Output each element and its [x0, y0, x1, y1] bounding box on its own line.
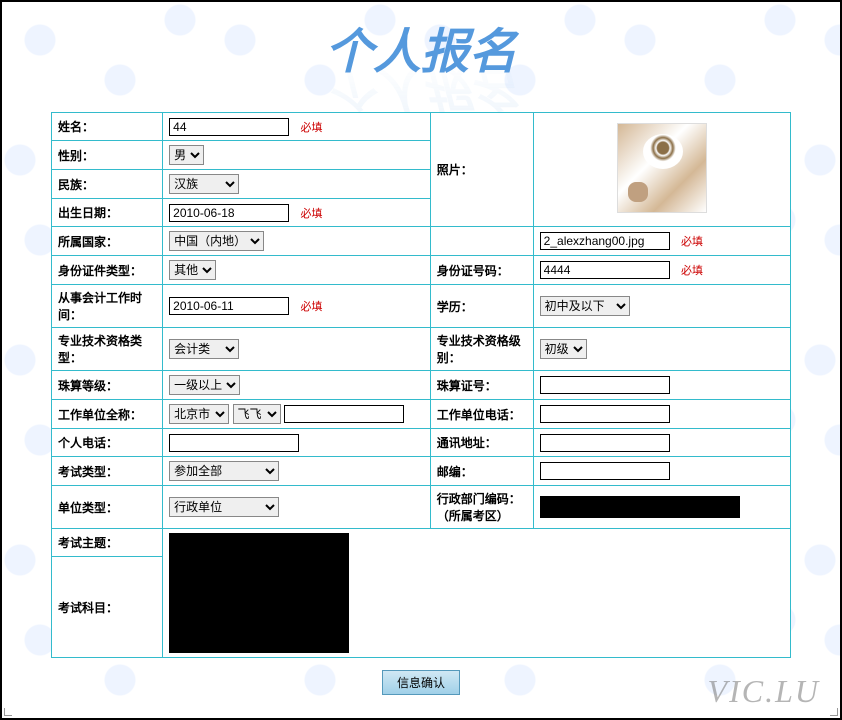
unittype-cell: 行政单位 [163, 486, 431, 529]
gender-label: 性别： [52, 141, 163, 170]
photo-label: 照片： [430, 113, 533, 227]
workphone-input[interactable] [540, 405, 670, 423]
required-marker: 必填 [681, 265, 703, 277]
idtype-select[interactable]: 其他 [169, 260, 216, 280]
examtype-label: 考试类型： [52, 457, 163, 486]
ethnicity-select[interactable]: 汉族 [169, 174, 239, 194]
deptcode-cell [533, 486, 790, 529]
idnum-input[interactable] [540, 261, 670, 279]
registration-form-table: 姓名： 必填 照片： 性别： 男 民族： 汉族 出生日期： 必填 所属国家： 中… [51, 112, 791, 658]
photo-file-cell: 必填 [533, 227, 790, 256]
country-label: 所属国家： [52, 227, 163, 256]
address-input[interactable] [540, 434, 670, 452]
submit-button[interactable]: 信息确认 [382, 670, 460, 695]
examtype-select[interactable]: 参加全部 [169, 461, 279, 481]
idnum-label: 身份证号码： [430, 256, 533, 285]
workphone-label: 工作单位电话： [430, 400, 533, 429]
phone-input[interactable] [169, 434, 299, 452]
quallevel-select[interactable]: 初级 [540, 339, 587, 359]
watermark: VIC.LU [708, 673, 820, 710]
workunit-name-input[interactable] [284, 405, 404, 423]
worktime-input[interactable] [169, 297, 289, 315]
quallevel-cell: 初级 [533, 328, 790, 371]
ethnicity-label: 民族： [52, 170, 163, 199]
country-select[interactable]: 中国（内地） [169, 231, 264, 251]
qualtype-label: 专业技术资格类型： [52, 328, 163, 371]
workunit-city-select[interactable]: 北京市 [169, 404, 229, 424]
abacusnum-label: 珠算证号： [430, 371, 533, 400]
postal-cell [533, 457, 790, 486]
ethnicity-cell: 汉族 [163, 170, 431, 199]
photo-preview[interactable] [617, 123, 707, 213]
corner-bl [4, 708, 12, 716]
abacuslevel-select[interactable]: 一级以上 [169, 375, 240, 395]
photo-file-label [430, 227, 533, 256]
idnum-cell: 必填 [533, 256, 790, 285]
abacusnum-cell [533, 371, 790, 400]
edu-cell: 初中及以下 [533, 285, 790, 328]
required-marker: 必填 [301, 208, 323, 220]
worktime-label: 从事会计工作时间： [52, 285, 163, 328]
deptcode-redacted [540, 496, 740, 518]
abacuslevel-label: 珠算等级： [52, 371, 163, 400]
qualtype-cell: 会计类 [163, 328, 431, 371]
deptcode-label: 行政部门编码：（所属考区） [430, 486, 533, 529]
unittype-select[interactable]: 行政单位 [169, 497, 279, 517]
worktime-cell: 必填 [163, 285, 431, 328]
gender-cell: 男 [163, 141, 431, 170]
workunit-district-select[interactable]: 飞飞 [233, 404, 281, 424]
postal-label: 邮编： [430, 457, 533, 486]
photo-cell [533, 113, 790, 227]
qualtype-select[interactable]: 会计类 [169, 339, 239, 359]
gender-select[interactable]: 男 [169, 145, 204, 165]
idtype-cell: 其他 [163, 256, 431, 285]
unittype-label: 单位类型： [52, 486, 163, 529]
workphone-cell [533, 400, 790, 429]
edu-select[interactable]: 初中及以下 [540, 296, 630, 316]
edu-label: 学历： [430, 285, 533, 328]
postal-input[interactable] [540, 462, 670, 480]
phone-label: 个人电话： [52, 429, 163, 457]
examtopic-label: 考试主题： [52, 529, 163, 557]
country-cell: 中国（内地） [163, 227, 431, 256]
workunit-cell: 北京市 飞飞 [163, 400, 431, 429]
examsubject-label: 考试科目： [52, 557, 163, 658]
required-marker: 必填 [681, 236, 703, 248]
phone-cell [163, 429, 431, 457]
address-label: 通讯地址： [430, 429, 533, 457]
exam-content-redacted [169, 533, 349, 653]
photo-filename-input[interactable] [540, 232, 670, 250]
workunit-label: 工作单位全称： [52, 400, 163, 429]
idtype-label: 身份证件类型： [52, 256, 163, 285]
page-title-reflection: 个人报名 [2, 57, 840, 127]
address-cell [533, 429, 790, 457]
birthdate-cell: 必填 [163, 199, 431, 227]
abacuslevel-cell: 一级以上 [163, 371, 431, 400]
required-marker: 必填 [301, 301, 323, 313]
abacusnum-input[interactable] [540, 376, 670, 394]
examtype-cell: 参加全部 [163, 457, 431, 486]
corner-br [830, 708, 838, 716]
exam-content-cell [163, 529, 791, 658]
birthdate-input[interactable] [169, 204, 289, 222]
quallevel-label: 专业技术资格级别： [430, 328, 533, 371]
birthdate-label: 出生日期： [52, 199, 163, 227]
